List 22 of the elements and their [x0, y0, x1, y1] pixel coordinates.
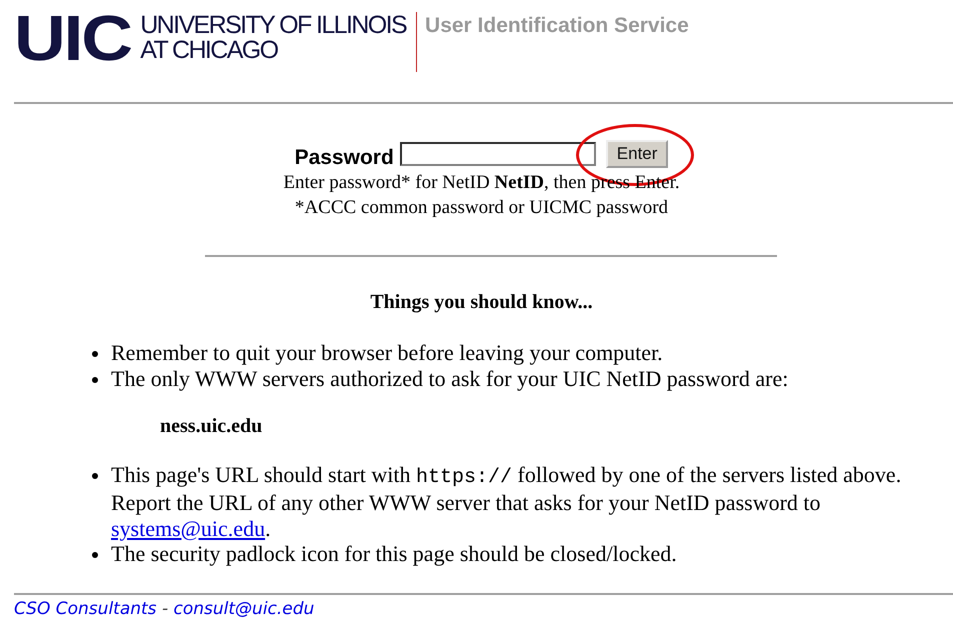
bullet-icon: [92, 552, 98, 558]
email-link[interactable]: systems@uic.edu: [111, 516, 266, 540]
service-title: User Identification Service: [425, 13, 689, 38]
footer-link[interactable]: consult@uic.edu: [174, 598, 314, 618]
password-label: Password: [294, 145, 394, 170]
bullet-icon: [92, 376, 98, 382]
info-text: The security padlock icon for this page should be closed/locked.: [111, 541, 678, 566]
password-field[interactable]: [400, 142, 596, 166]
section-heading: Things you should know...: [369, 291, 594, 314]
enter-button[interactable]: Enter: [606, 140, 668, 168]
server-name: ness.uic.edu: [160, 414, 264, 439]
logo-text: UNIVERSITY OF ILLINOIS: [140, 13, 406, 38]
info-text: The only WWW servers authorized to ask for your UIC NetID password are:: [111, 366, 790, 391]
footnote-text: *ACCC common password or UICMC password: [294, 196, 668, 220]
footer-link[interactable]: CSO Consultants: [14, 598, 157, 618]
bullet-icon: [92, 472, 98, 478]
separator-text: -: [160, 598, 170, 618]
info-text: This page's URL should start with https:// followed by one of the servers listed above. Report the URL of any other WWW server that asks for your NetID password to systems@uic.edu.: [111, 462, 902, 541]
info-text: Remember to quit your browser before leaving your computer.: [111, 340, 664, 366]
logo-text: AT CHICAGO: [140, 38, 279, 63]
logo-text: UIC: [14, 12, 131, 64]
bullet-icon: [92, 351, 98, 357]
